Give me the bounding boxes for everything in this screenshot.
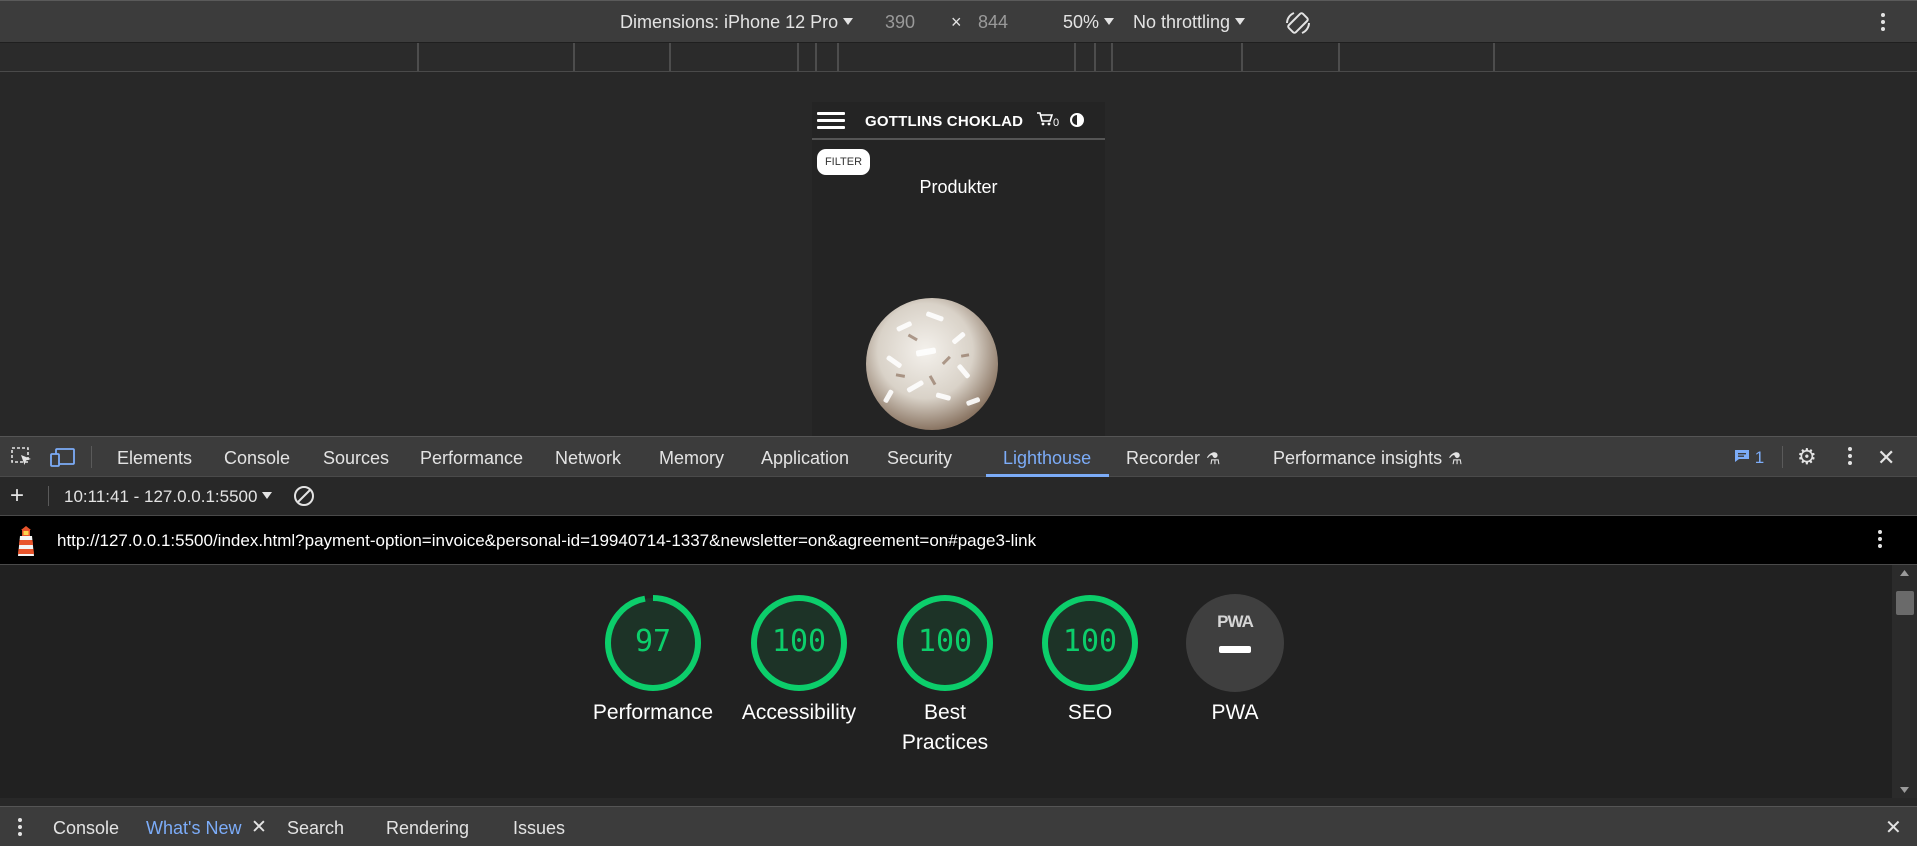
chevron-down-icon — [1104, 18, 1115, 25]
chevron-down-icon — [262, 492, 273, 499]
report-scrollbar[interactable] — [1892, 565, 1917, 798]
issue-message-icon — [1735, 450, 1749, 462]
experiment-flask-icon: ⚗ — [1448, 451, 1463, 468]
score-value: 97 — [634, 624, 672, 659]
score-gauge[interactable]: 100 Best Practices — [872, 594, 1018, 758]
score-label: Performance — [592, 701, 714, 724]
tab-application[interactable]: Application — [761, 448, 849, 469]
tab-recorder-label: Recorder — [1126, 448, 1201, 468]
lighthouse-report: 97 Performance 100 Accessibility 100 Best P… — [0, 565, 1892, 798]
hamburger-menu-icon[interactable] — [817, 112, 845, 130]
settings-gear-icon[interactable]: ⚙ — [1797, 446, 1817, 468]
tab-memory[interactable]: Memory — [659, 448, 724, 469]
zoom-select[interactable]: 50% — [1063, 12, 1115, 33]
tab-console[interactable]: Console — [224, 448, 290, 469]
score-label: Best Practices — [901, 701, 989, 754]
devtools-drawer: Console What's New ✕ Search Rendering Is… — [0, 806, 1917, 846]
drawer-tab-whats-new[interactable]: What's New — [146, 818, 241, 839]
emulated-viewport: GOTTLINS CHOKLAD 0 FILTER Produkter — [0, 72, 1917, 436]
times-icon: × — [951, 12, 962, 32]
score-gauge[interactable]: 100 SEO — [1017, 594, 1163, 728]
clear-reports-icon[interactable] — [293, 485, 315, 512]
inspect-element-icon[interactable] — [10, 446, 34, 473]
contrast-toggle-icon[interactable] — [1070, 113, 1084, 127]
throttling-select[interactable]: No throttling — [1133, 12, 1246, 33]
close-drawer-icon[interactable]: ✕ — [1885, 815, 1902, 840]
throttling-label: No throttling — [1133, 12, 1231, 32]
score-value: 100 — [1062, 624, 1118, 659]
score-label: SEO — [1067, 701, 1113, 724]
tab-performance[interactable]: Performance — [420, 448, 523, 469]
tab-lighthouse[interactable]: Lighthouse — [1003, 448, 1091, 469]
zoom-label: 50% — [1063, 12, 1100, 32]
drawer-menu-icon[interactable] — [18, 818, 22, 839]
score-label: Accessibility — [741, 701, 857, 724]
tab-elements[interactable]: Elements — [117, 448, 192, 469]
close-tab-icon[interactable]: ✕ — [251, 816, 267, 839]
cart-button[interactable]: 0 — [1037, 112, 1059, 129]
report-select-label: 10:11:41 - 127.0.0.1:5500 — [64, 487, 258, 506]
device-toolbar: Dimensions: iPhone 12 Pro 390 × 844 50% … — [0, 0, 1917, 43]
devtools-tab-bar: Elements Console Sources Performance Net… — [0, 436, 1917, 477]
drawer-tab-search[interactable]: Search — [287, 818, 344, 839]
tab-performance-insights[interactable]: Performance insights ⚗ — [1273, 448, 1462, 469]
rotate-icon[interactable] — [1284, 9, 1312, 42]
media-query-ruler — [0, 43, 1917, 72]
more-options-icon[interactable] — [1881, 13, 1885, 34]
more-options-icon[interactable] — [1848, 447, 1852, 468]
lighthouse-toolbar: + 10:11:41 - 127.0.0.1:5500 — [0, 477, 1917, 516]
score-gauge[interactable]: PWA PWA — [1162, 594, 1308, 728]
close-devtools-icon[interactable]: ✕ — [1877, 445, 1895, 471]
issues-count: 1 — [1754, 448, 1765, 467]
cart-icon — [1037, 112, 1054, 126]
lighthouse-logo-icon — [14, 526, 38, 563]
experiment-flask-icon: ⚗ — [1206, 451, 1221, 468]
phone-screen: GOTTLINS CHOKLAD 0 FILTER Produkter — [812, 102, 1105, 436]
device-toolbar-toggle-icon[interactable] — [50, 446, 76, 473]
report-select[interactable]: 10:11:41 - 127.0.0.1:5500 — [64, 487, 273, 507]
tab-sources[interactable]: Sources — [323, 448, 389, 469]
height-input[interactable]: 844 — [978, 12, 1008, 33]
drawer-tab-console[interactable]: Console — [53, 818, 119, 839]
pwa-badge-icon — [1186, 594, 1284, 692]
width-input[interactable]: 390 — [885, 12, 915, 33]
report-url-bar: http://127.0.0.1:5500/index.html?payment… — [0, 516, 1917, 565]
site-brand[interactable]: GOTTLINS CHOKLAD — [865, 113, 1023, 130]
issues-counter[interactable]: 1 — [1734, 448, 1764, 468]
report-url[interactable]: http://127.0.0.1:5500/index.html?payment… — [57, 531, 1036, 551]
report-more-options-icon[interactable] — [1878, 530, 1882, 551]
drawer-tab-issues[interactable]: Issues — [513, 818, 565, 839]
score-value: 100 — [771, 624, 827, 659]
tab-security[interactable]: Security — [887, 448, 952, 469]
tab-performance-insights-label: Performance insights — [1273, 448, 1443, 468]
chevron-down-icon — [1235, 18, 1246, 25]
drawer-tab-rendering[interactable]: Rendering — [386, 818, 469, 839]
tab-network[interactable]: Network — [555, 448, 621, 469]
score-value: 100 — [917, 624, 973, 659]
site-header: GOTTLINS CHOKLAD 0 — [812, 102, 1105, 140]
score-gauge[interactable]: 100 Accessibility — [726, 594, 872, 728]
cart-count: 0 — [1053, 117, 1060, 129]
device-select-label: Dimensions: iPhone 12 Pro — [620, 12, 839, 32]
pwa-badge-text: PWA — [1217, 612, 1254, 631]
coconut-ball-image — [866, 298, 998, 430]
device-select[interactable]: Dimensions: iPhone 12 Pro — [620, 12, 854, 33]
products-heading: Produkter — [919, 177, 998, 197]
score-gauge[interactable]: 97 Performance — [580, 594, 726, 728]
score-label: PWA — [1211, 701, 1259, 724]
new-report-plus-icon[interactable]: + — [10, 484, 24, 508]
chevron-down-icon — [843, 18, 854, 25]
filter-button[interactable]: FILTER — [817, 149, 870, 175]
tab-recorder[interactable]: Recorder ⚗ — [1126, 448, 1220, 469]
